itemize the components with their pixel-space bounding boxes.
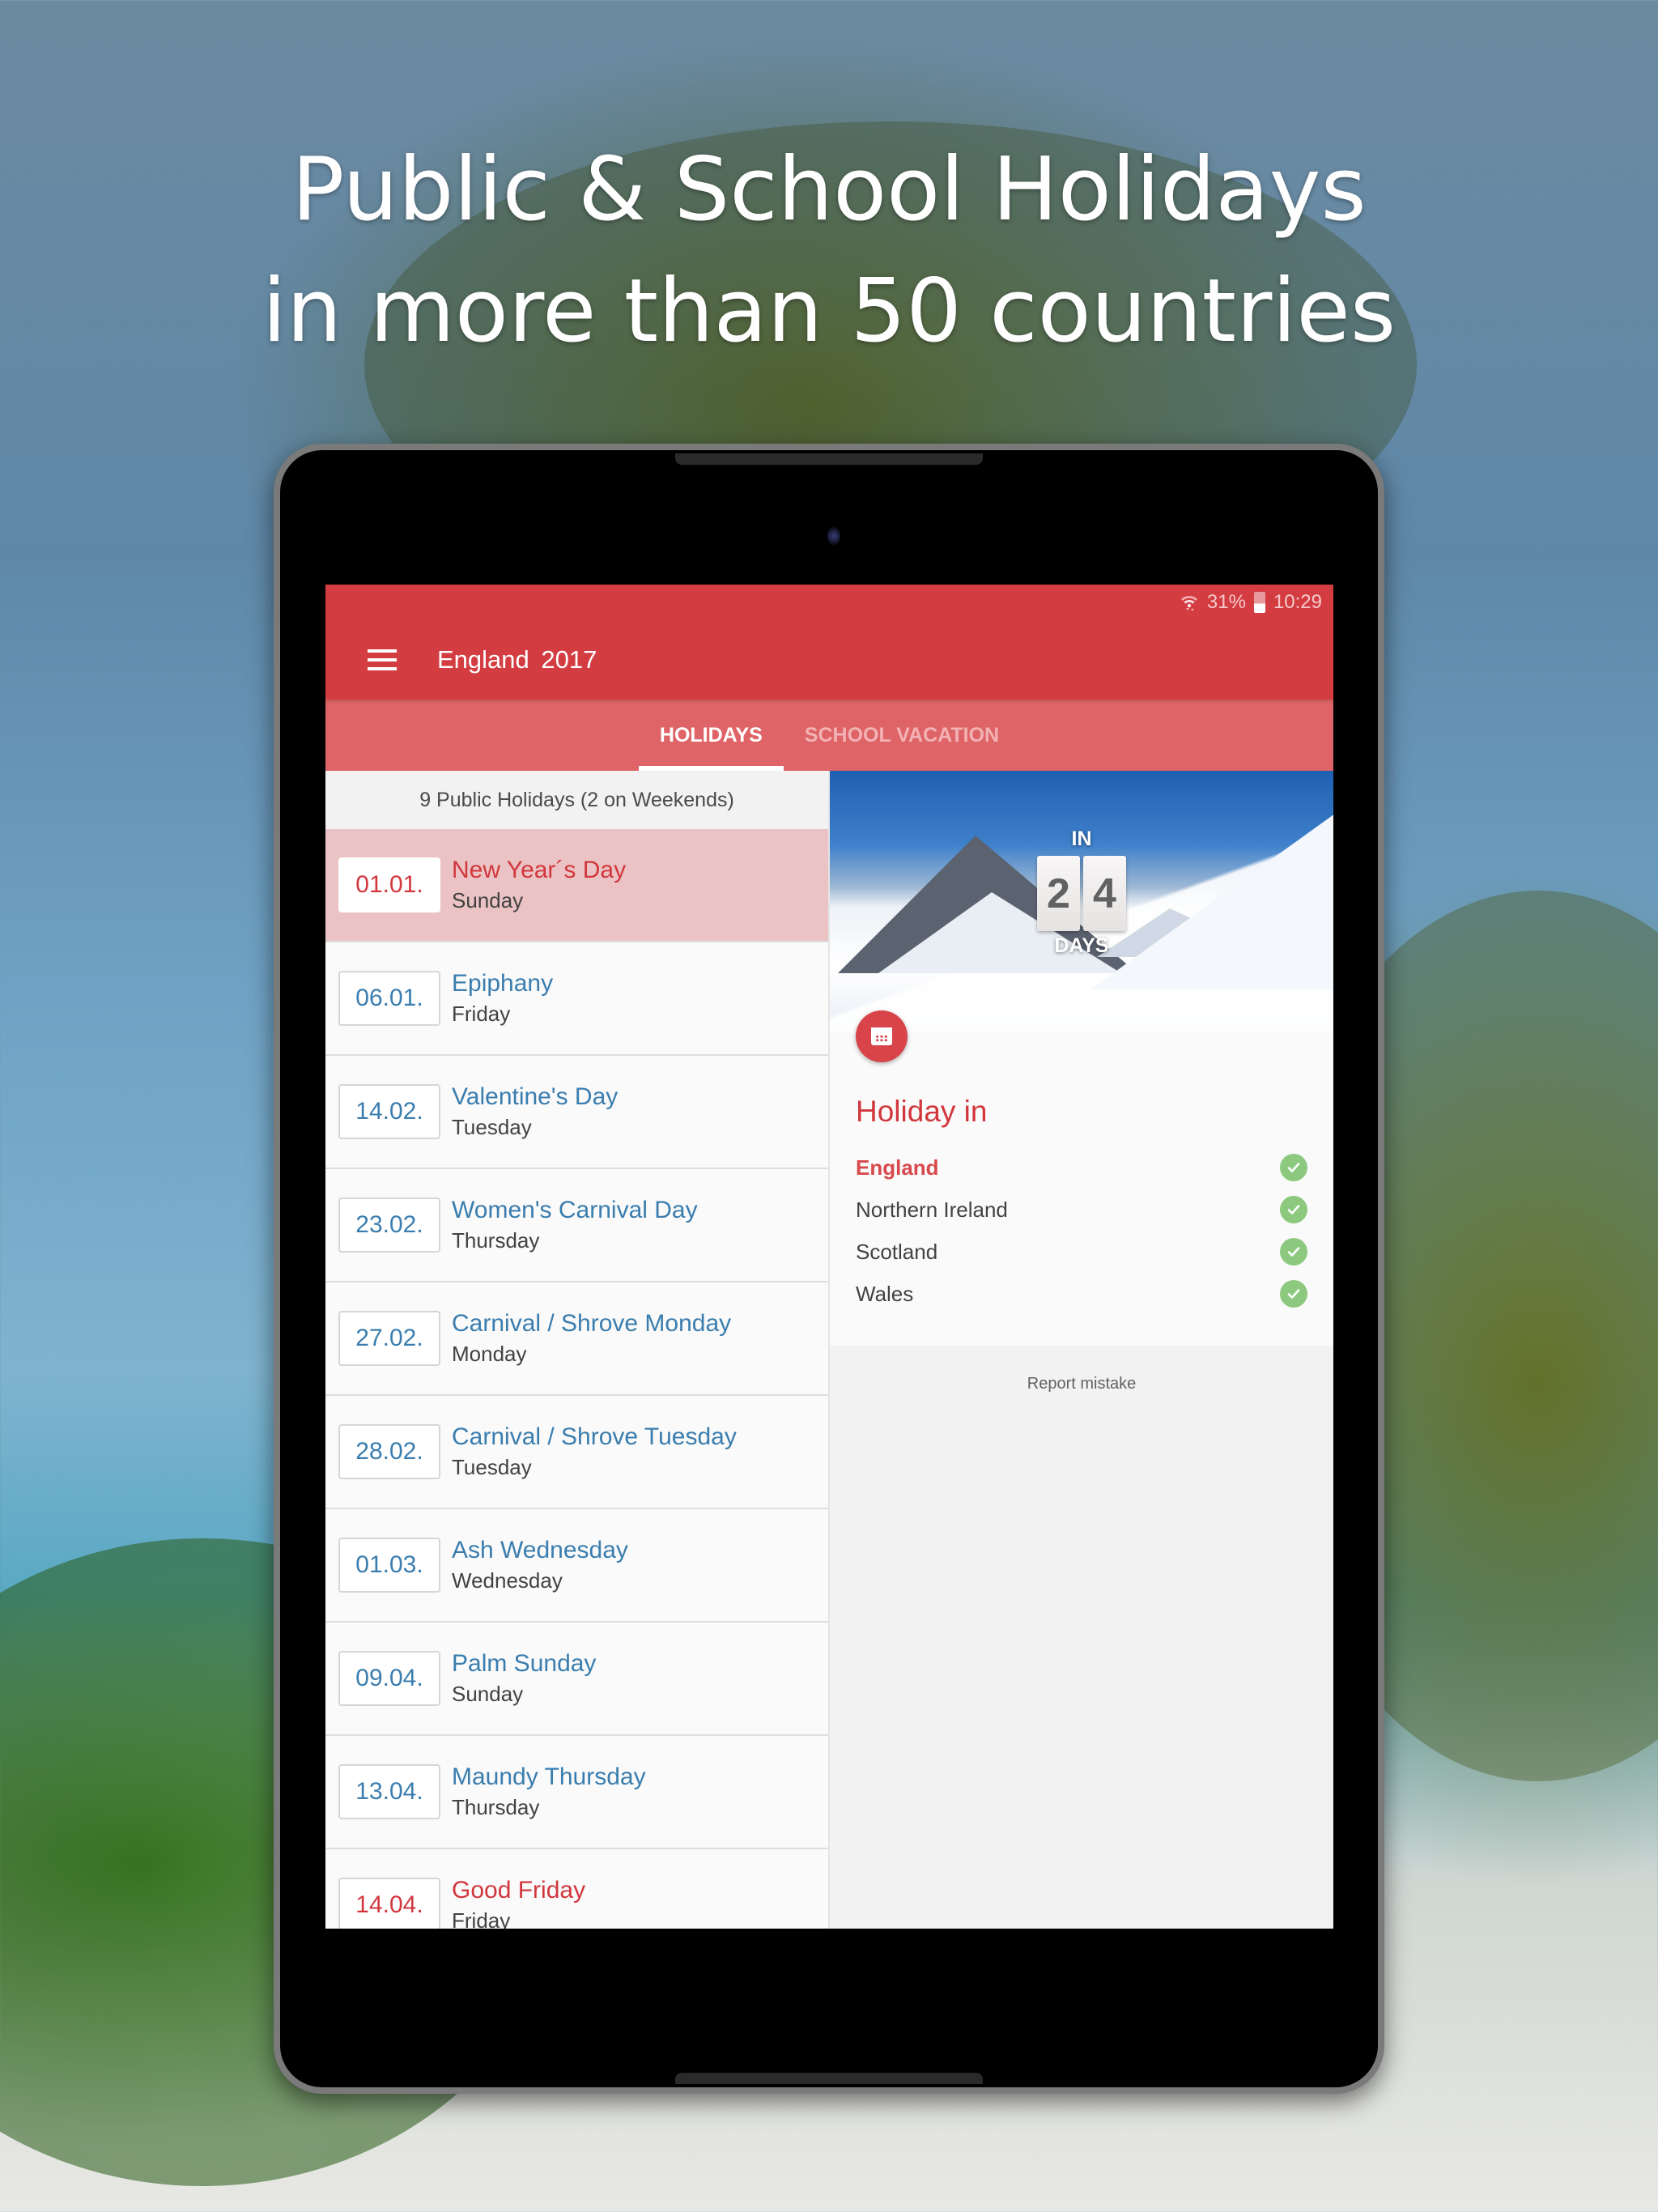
holiday-row[interactable]: 06.01. Epiphany Friday (325, 942, 828, 1056)
holiday-row[interactable]: 09.04. Palm Sunday Sunday (325, 1623, 828, 1736)
holiday-name: Good Friday (452, 1877, 586, 1904)
holiday-text: Ash Wednesday Wednesday (452, 1535, 628, 1595)
holiday-regions-card: Holiday in England Northern Ireland Scotla… (830, 1033, 1333, 1346)
holiday-weekday: Thursday (452, 1795, 540, 1819)
app-screen: 31% 10:29 England 2017 HOLIDAYS SCHOOL V… (325, 585, 1333, 1929)
tablet-top-notch (675, 453, 983, 465)
battery-percent: 31% (1206, 591, 1246, 613)
region-name: Wales (856, 1281, 914, 1306)
check-icon (1280, 1238, 1307, 1266)
region-row: England (856, 1146, 1307, 1189)
holiday-name: Epiphany (452, 970, 554, 997)
holiday-name: New Year´s Day (452, 857, 627, 883)
report-mistake-link[interactable]: Report mistake (830, 1375, 1333, 1393)
holiday-in-title: Holiday in (856, 1095, 988, 1128)
holiday-weekday: Tuesday (452, 1115, 532, 1139)
holiday-text: Valentine's Day Tuesday (452, 1082, 618, 1142)
calendar-icon (871, 1027, 892, 1045)
countdown-suffix: DAYS (1054, 934, 1109, 957)
region-row: Scotland (856, 1231, 1307, 1273)
holiday-date: 23.02. (338, 1197, 440, 1253)
tab-bar: HOLIDAYS SCHOOL VACATION (325, 700, 1333, 771)
holiday-row[interactable]: 14.04. Good Friday Friday (325, 1849, 828, 1929)
app-bar: England 2017 (325, 620, 1333, 700)
holiday-name: Carnival / Shrove Tuesday (452, 1423, 737, 1450)
holiday-row[interactable]: 01.03. Ash Wednesday Wednesday (325, 1509, 828, 1623)
holiday-text: Good Friday Friday (452, 1875, 585, 1929)
camera-icon (827, 527, 840, 545)
battery-icon (1253, 592, 1265, 613)
check-icon (1280, 1196, 1307, 1223)
holiday-hero-image: IN 2 4 DAYS (830, 771, 1333, 1033)
countdown-digit: 4 (1083, 856, 1126, 931)
holiday-text: New Year´s Day Sunday (452, 855, 626, 915)
holiday-date: 28.02. (338, 1424, 440, 1479)
countdown: IN 2 4 DAYS (1037, 827, 1126, 958)
holiday-detail-pane: IN 2 4 DAYS Holiday in England Northern I… (830, 771, 1333, 1929)
check-icon (1280, 1280, 1307, 1308)
holiday-weekday: Sunday (452, 888, 524, 912)
region-name: Scotland (856, 1239, 938, 1264)
holiday-date: 13.04. (338, 1764, 440, 1819)
holiday-weekday: Sunday (452, 1682, 524, 1706)
app-title: England 2017 (437, 645, 597, 674)
holiday-text: Epiphany Friday (452, 968, 553, 1028)
holiday-date: 09.04. (338, 1651, 440, 1706)
countdown-prefix: IN (1071, 827, 1092, 850)
holiday-weekday: Friday (452, 1908, 511, 1929)
holiday-row[interactable]: 27.02. Carnival / Shrove Monday Monday (325, 1283, 828, 1396)
holiday-text: Palm Sunday Sunday (452, 1648, 596, 1708)
holiday-text: Carnival / Shrove Tuesday Tuesday (452, 1422, 737, 1482)
holiday-date: 27.02. (338, 1311, 440, 1366)
region-name: Northern Ireland (856, 1197, 1008, 1222)
holiday-name: Carnival / Shrove Monday (452, 1310, 732, 1337)
holiday-weekday: Monday (452, 1342, 527, 1366)
check-icon (1280, 1154, 1307, 1181)
holiday-date: 14.02. (338, 1084, 440, 1139)
holiday-date: 01.01. (338, 857, 440, 912)
holiday-name: Ash Wednesday (452, 1537, 628, 1563)
countdown-digits: 2 4 (1037, 856, 1126, 931)
holiday-date: 14.04. (338, 1878, 440, 1929)
main-content: 9 Public Holidays (2 on Weekends) 01.01.… (325, 771, 1333, 1929)
holiday-name: Women's Carnival Day (452, 1197, 698, 1223)
holiday-date: 01.03. (338, 1538, 440, 1593)
hamburger-menu-icon[interactable] (368, 649, 397, 670)
holiday-weekday: Friday (452, 1002, 511, 1026)
tablet-bottom-notch (675, 2073, 983, 2084)
tab-holidays[interactable]: HOLIDAYS (638, 700, 784, 771)
holiday-weekday: Thursday (452, 1228, 540, 1253)
holiday-date: 06.01. (338, 971, 440, 1026)
region-name: England (856, 1155, 939, 1180)
status-bar: 31% 10:29 (325, 585, 1333, 620)
holiday-text: Women's Carnival Day Thursday (452, 1195, 698, 1255)
headline-line-1: Public & School Holidays (291, 139, 1367, 240)
holiday-row[interactable]: 28.02. Carnival / Shrove Tuesday Tuesday (325, 1396, 828, 1509)
holiday-name: Valentine's Day (452, 1083, 619, 1110)
holiday-weekday: Tuesday (452, 1455, 532, 1479)
region-row: Northern Ireland (856, 1189, 1307, 1231)
holiday-text: Maundy Thursday Thursday (452, 1762, 646, 1822)
holiday-text: Carnival / Shrove Monday Monday (452, 1308, 731, 1368)
headline-line-2: in more than 50 countries (261, 261, 1397, 362)
wifi-icon (1180, 596, 1197, 610)
holiday-name: Maundy Thursday (452, 1763, 646, 1790)
countdown-digit: 2 (1037, 856, 1080, 931)
holiday-row[interactable]: 14.02. Valentine's Day Tuesday (325, 1056, 828, 1169)
holiday-list-pane[interactable]: 9 Public Holidays (2 on Weekends) 01.01.… (325, 771, 830, 1929)
holiday-row[interactable]: 13.04. Maundy Thursday Thursday (325, 1736, 828, 1849)
holiday-summary: 9 Public Holidays (2 on Weekends) (325, 771, 828, 829)
holiday-name: Palm Sunday (452, 1650, 597, 1677)
promo-headline: Public & School Holidays in more than 50… (0, 130, 1658, 372)
holiday-list: 01.01. New Year´s Day Sunday 06.01. Epiphany… (325, 829, 828, 1929)
tab-school-vacation[interactable]: SCHOOL VACATION (784, 700, 1020, 771)
holiday-row[interactable]: 23.02. Women's Carnival Day Thursday (325, 1169, 828, 1283)
clock: 10:29 (1273, 591, 1322, 613)
holiday-row[interactable]: 01.01. New Year´s Day Sunday (325, 829, 828, 942)
holiday-weekday: Wednesday (452, 1568, 563, 1593)
calendar-button[interactable] (856, 1010, 908, 1062)
region-row: Wales (856, 1273, 1307, 1315)
region-list: England Northern Ireland Scotland Wales (856, 1146, 1307, 1315)
mountain-shape (1090, 803, 1333, 989)
